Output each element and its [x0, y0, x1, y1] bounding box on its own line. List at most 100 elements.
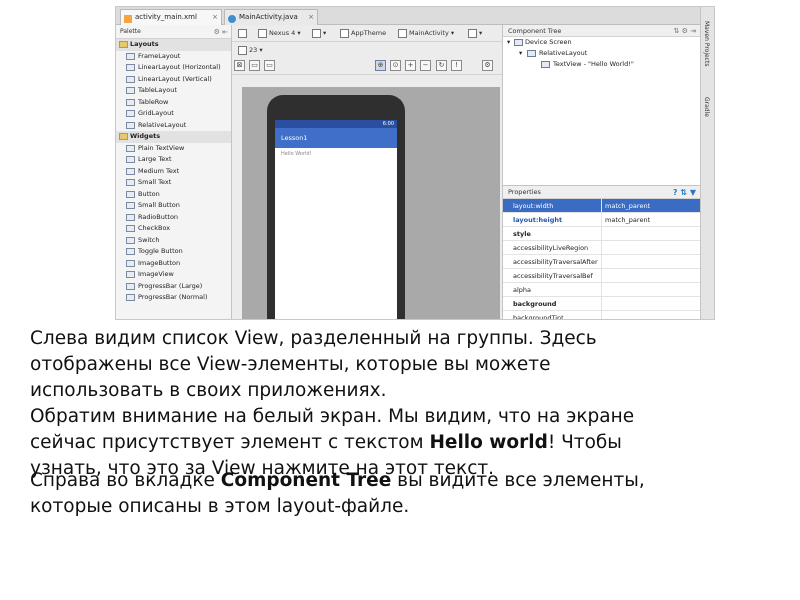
zoom-in-icon[interactable]: + — [405, 60, 416, 71]
palette-item[interactable]: LinearLayout (Vertical) — [116, 74, 231, 86]
property-row[interactable]: layout:height match_parent — [503, 213, 700, 227]
property-row[interactable]: accessibilityTraversalBef — [503, 269, 700, 283]
theme-dropdown[interactable]: AppTheme — [340, 28, 386, 39]
palette-item[interactable]: Large Text — [116, 154, 231, 166]
progress-icon — [126, 294, 135, 301]
tab-activity-main-xml[interactable]: activity_main.xml × — [120, 9, 222, 25]
palette-item[interactable]: Small Text — [116, 177, 231, 189]
caption-line-7: Справа во вкладке Component Tree вы види… — [30, 470, 645, 491]
folder-icon — [119, 133, 128, 140]
layout-view-icon[interactable]: ⊠ — [234, 60, 245, 71]
right-tool-strip: Maven Projects Gradle — [700, 7, 714, 319]
property-row[interactable]: accessibilityLiveRegion — [503, 241, 700, 255]
api-level-dropdown[interactable]: 23 ▾ — [238, 45, 263, 56]
widget-icon — [126, 259, 135, 267]
tab-label: MainActivity.java — [239, 13, 298, 21]
palette-item[interactable]: ProgressBar (Large) — [116, 281, 231, 293]
palette-group-widgets[interactable]: Widgets — [116, 131, 231, 143]
help-filter-icon[interactable]: ? ⇅ ▼ — [673, 186, 696, 199]
hello-textview[interactable]: Hello World! — [275, 148, 397, 160]
palette-item[interactable]: LinearLayout (Horizontal) — [116, 62, 231, 74]
layout-icon — [126, 52, 135, 60]
widget-icon — [126, 202, 135, 209]
app-action-bar: Lesson1 — [275, 128, 397, 148]
property-row[interactable]: style — [503, 227, 700, 241]
zoom-fit-icon[interactable]: ⊕ — [375, 60, 386, 71]
tree-node-textview[interactable]: TextView - "Hello World!" — [503, 59, 700, 70]
device-screen[interactable]: 6:00 Lesson1 Hello World! — [275, 120, 397, 319]
palette-item[interactable]: Small Button — [116, 200, 231, 212]
caption-line-3: использовать в своих приложениях. — [30, 380, 387, 401]
layout-toolbar: Nexus 4 ▾ ▾ AppTheme MainActivity ▾ ▾ — [232, 25, 502, 42]
palette-item[interactable]: ImageButton — [116, 258, 231, 270]
progress-icon — [126, 282, 135, 290]
palette-group-layouts[interactable]: Layouts — [116, 39, 231, 51]
palette-item[interactable]: GridLayout — [116, 108, 231, 120]
device-frame: 6:00 Lesson1 Hello World! — [267, 95, 405, 319]
device-icon — [514, 39, 523, 46]
properties-title: Properties — [508, 188, 541, 196]
widget-icon — [126, 248, 135, 255]
property-row[interactable]: layout:width match_parent — [503, 199, 700, 213]
orientation-button[interactable]: ▾ — [312, 28, 326, 39]
toggle-view-icon[interactable]: ▭ — [264, 60, 275, 71]
caption-line-4: Обратим внимание на белый экран. Мы види… — [30, 406, 635, 427]
panel-tools-icon[interactable]: ⇅ ⚙ ⇥ — [674, 25, 696, 37]
palette-item[interactable]: ImageView — [116, 269, 231, 281]
ide-screenshot: activity_main.xml × MainActivity.java × … — [115, 6, 715, 320]
palette-item[interactable]: Button — [116, 189, 231, 201]
widget-icon — [126, 144, 135, 152]
property-row[interactable]: accessibilityTraversalAfter — [503, 255, 700, 269]
palette-item[interactable]: CheckBox — [116, 223, 231, 235]
gear-icon[interactable]: ⚙ ⇤ — [214, 25, 228, 39]
expand-arrow-icon[interactable]: ▾ — [519, 48, 522, 59]
component-tree-title: Component Tree — [508, 27, 562, 35]
palette-panel: Palette ⚙ ⇤ Layouts FrameLayout LinearLa… — [116, 25, 232, 319]
refresh-icon[interactable]: ↻ — [436, 60, 447, 71]
device-dropdown[interactable]: Nexus 4 ▾ — [258, 28, 301, 39]
property-row[interactable]: alpha — [503, 283, 700, 297]
expand-arrow-icon[interactable]: ▾ — [507, 37, 510, 48]
layout-icon — [126, 121, 135, 129]
split-view-icon[interactable]: ▭ — [249, 60, 260, 71]
tree-node-device-screen[interactable]: ▾ Device Screen — [503, 37, 700, 48]
palette-item[interactable]: TableLayout — [116, 85, 231, 97]
rotate-icon — [312, 29, 321, 38]
layout-icon — [126, 110, 135, 117]
side-tab-gradle[interactable]: Gradle — [703, 97, 710, 117]
activity-dropdown[interactable]: MainActivity ▾ — [398, 28, 454, 39]
property-row[interactable]: background — [503, 297, 700, 311]
tab-mainactivity-java[interactable]: MainActivity.java × — [224, 9, 318, 25]
widget-icon — [126, 167, 135, 175]
folder-icon — [119, 41, 128, 48]
hello-world-emphasis: Hello world — [429, 432, 548, 453]
zoom-out-icon[interactable]: − — [420, 60, 431, 71]
palette-item[interactable]: Medium Text — [116, 166, 231, 178]
phone-icon — [258, 29, 267, 38]
activity-icon — [398, 29, 407, 38]
locale-dropdown[interactable]: ▾ — [468, 28, 482, 39]
palette-item[interactable]: RelativeLayout — [116, 120, 231, 132]
close-icon[interactable]: × — [212, 10, 218, 25]
palette-item[interactable]: RadioButton — [116, 212, 231, 224]
warning-icon[interactable]: ! — [451, 60, 462, 71]
palette-item[interactable]: FrameLayout — [116, 51, 231, 63]
palette-item[interactable]: TableRow — [116, 97, 231, 109]
checkbox-icon — [126, 225, 135, 232]
image-icon — [126, 271, 135, 278]
settings-icon[interactable]: ⚙ — [482, 60, 493, 71]
java-class-icon — [228, 14, 236, 23]
layout-icon — [126, 98, 135, 106]
side-tab-maven-projects[interactable]: Maven Projects — [703, 21, 710, 66]
close-icon[interactable]: × — [308, 10, 314, 25]
tree-node-relativelayout[interactable]: ▾ RelativeLayout — [503, 48, 700, 59]
property-row[interactable]: backgroundTint — [503, 311, 700, 319]
palette-item[interactable]: ProgressBar (Normal) — [116, 292, 231, 304]
properties-header: Properties ? ⇅ ▼ — [503, 186, 700, 199]
palette-toggle-button[interactable] — [238, 28, 249, 39]
palette-title: Palette — [120, 28, 141, 35]
zoom-actual-icon[interactable]: ⊙ — [390, 60, 401, 71]
palette-item[interactable]: Plain TextView — [116, 143, 231, 155]
palette-item[interactable]: Toggle Button — [116, 246, 231, 258]
palette-item[interactable]: Switch — [116, 235, 231, 247]
